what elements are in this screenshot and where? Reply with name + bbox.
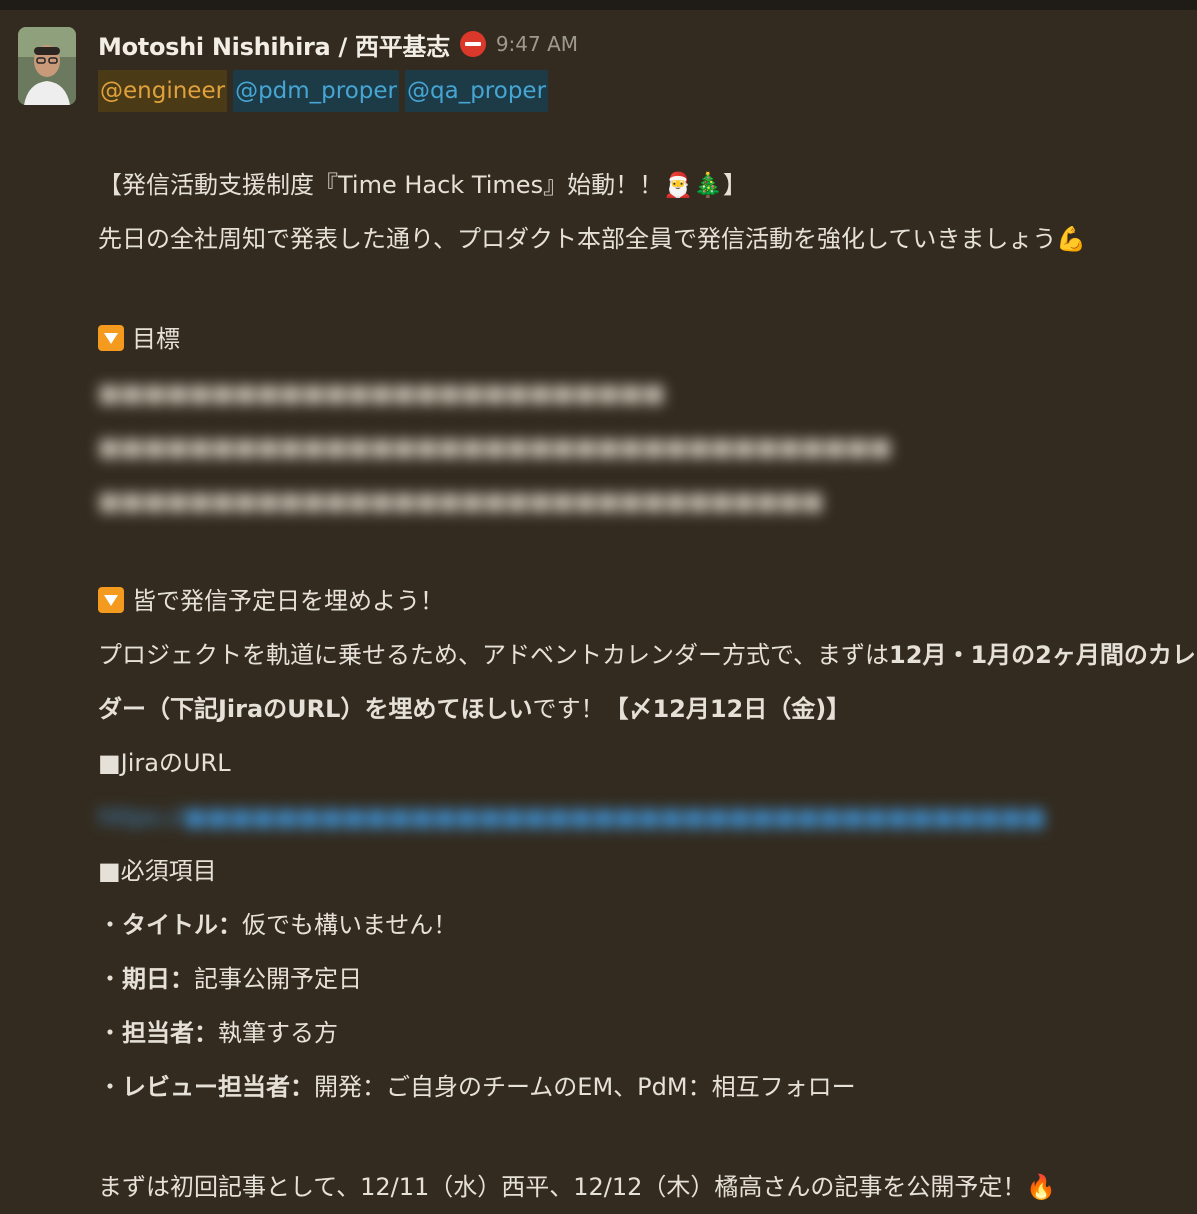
message: Motoshi Nishihira / 西平基志 9:47 AM @engine… — [98, 24, 1197, 1214]
deadline-text: 【〆12月12日（金)】 — [604, 695, 851, 723]
mention-engineer[interactable]: @engineer — [98, 70, 228, 112]
schedule-bold-text: 12月・1月の2ヶ月間のカレン — [889, 641, 1197, 669]
author-name[interactable]: Motoshi Nishihira / 西平基志 — [98, 27, 450, 62]
message-header: Motoshi Nishihira / 西平基志 9:47 AM — [98, 24, 1178, 64]
timestamp[interactable]: 9:47 AM — [496, 32, 578, 56]
required-item: ・期日：記事公開予定日 — [98, 965, 362, 993]
goal-heading: 目標 — [132, 325, 180, 353]
schedule-text: です！ — [532, 695, 605, 723]
avatar-photo — [18, 27, 76, 105]
intro-text: 先日の全社周知で発表した通り、プロダクト本部全員で発信活動を強化していきましょう… — [98, 225, 1087, 253]
closing-text: まずは初回記事として、12/11（水）西平、12/12（木）橘高さんの記事を公開… — [98, 1173, 1057, 1201]
mentions: @engineer @pdm_proper @qa_proper — [98, 66, 1178, 116]
goal-heading-line: 目標 — [98, 312, 1178, 366]
schedule-text: プロジェクトを軌道に乗せるため、アドベントカレンダー方式で、まずは — [98, 641, 890, 669]
no-entry-icon — [459, 31, 486, 57]
required-item-text: 仮でも構いません！ — [242, 911, 458, 939]
required-item: ・担当者：執筆する方 — [98, 1019, 338, 1047]
mention-qa-proper[interactable]: @qa_proper — [405, 70, 549, 112]
schedule-text-line1: プロジェクトを軌道に乗せるため、アドベントカレンダー方式で、まずは12月・1月の… — [98, 628, 1197, 682]
required-item-text: 執筆する方 — [218, 1019, 338, 1047]
required-item-text: 開発：ご自身のチームのEM、PdM：相互フォロー — [314, 1073, 856, 1101]
avatar[interactable] — [18, 27, 76, 105]
schedule-text-line2: ダー（下記JiraのURL）を埋めてほしいです！【〆12月12日（金)】 — [98, 682, 1178, 736]
goal-text-blurred: ■■■■■■■■■■■■■■■■■■■■■■■■■■■■■■■■■■■ — [98, 433, 892, 461]
required-item: ・レビュー担当者：開発：ご自身のチームのEM、PdM：相互フォロー — [98, 1073, 856, 1101]
top-bar — [0, 0, 1197, 10]
down-arrow-icon — [98, 325, 124, 351]
mention-pdm-proper[interactable]: @pdm_proper — [233, 70, 399, 112]
goal-text-blurred: ■■■■■■■■■■■■■■■■■■■■■■■■■ — [98, 379, 665, 407]
required-heading: ■必須項目 — [98, 857, 217, 885]
required-item-text: 記事公開予定日 — [194, 965, 362, 993]
goal-text-blurred: ■■■■■■■■■■■■■■■■■■■■■■■■■■■■■■■■ — [98, 487, 824, 515]
schedule-heading: 皆で発信予定日を埋めよう！ — [132, 587, 444, 615]
down-arrow-icon — [98, 587, 124, 613]
required-item-label: タイトル — [122, 911, 218, 939]
schedule-heading-line: 皆で発信予定日を埋めよう！ — [98, 574, 1178, 628]
jira-heading: ■JiraのURL — [98, 749, 231, 777]
required-item: ・タイトル：仮でも構いません！ — [98, 911, 458, 939]
announcement-title: 【発信活動支援制度『Time Hack Times』始動！！🎅🎄】 — [98, 171, 747, 199]
required-item-label: レビュー担当者 — [122, 1073, 290, 1101]
jira-link[interactable]: https://■■■■■■■■■■■■■■■■■■■■■■■■■■■■■■■■… — [98, 790, 1178, 844]
required-item-label: 期日 — [122, 965, 170, 993]
required-item-label: 担当者 — [122, 1019, 194, 1047]
schedule-bold-text: ダー（下記JiraのURL）を埋めてほしい — [98, 695, 533, 723]
